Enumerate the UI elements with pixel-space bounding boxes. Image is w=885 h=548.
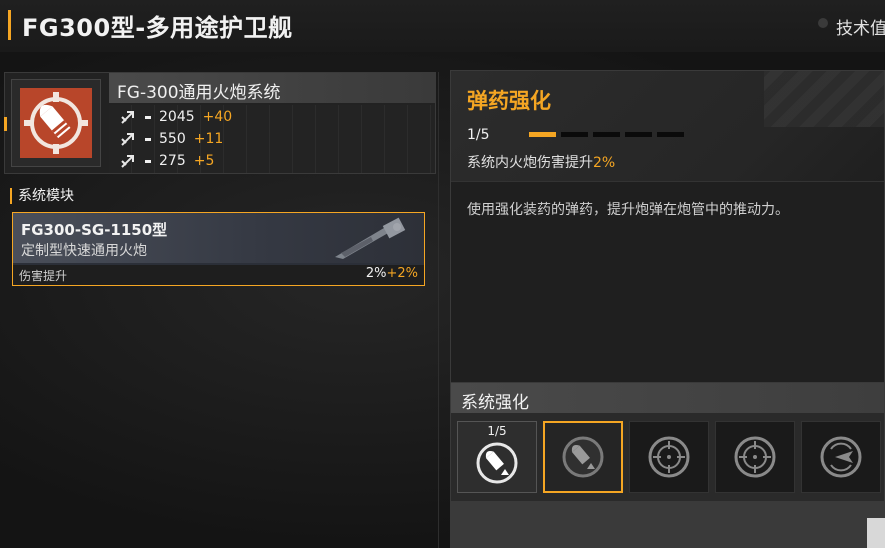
system-enhance-footer (451, 501, 884, 547)
selected-marker (4, 117, 7, 131)
detail-title: 弹药强化 (467, 89, 551, 113)
stat-value: 550 (159, 131, 186, 147)
cannon-icon (335, 217, 406, 259)
module-name: FG300-SG-1150型 (21, 221, 168, 239)
stat-bullet (145, 137, 151, 141)
attack-arrow-icon (121, 111, 134, 124)
shell-upgrade-icon (476, 442, 518, 484)
weapon-name: FG-300通用火炮系统 (117, 83, 281, 103)
level-segment (657, 132, 684, 137)
tech-dot-icon (818, 18, 828, 28)
stat-row: 550 +11 (119, 129, 223, 149)
effect-value: 2% (593, 155, 616, 171)
attack-arrow-icon (121, 133, 134, 146)
stat-bullet (145, 115, 151, 119)
module-card[interactable]: FG300-SG-1150型 定制型快速通用火炮 伤害提升 2%+2% (12, 212, 425, 286)
shell-icon (20, 88, 92, 158)
module-stat-bar: 伤害提升 2%+2% (13, 265, 424, 285)
enhance-slot-2[interactable] (543, 421, 623, 493)
weapon-icon-frame (11, 79, 101, 167)
weapon-stats: 2045 +40 550 +11 275 +5 (109, 105, 435, 173)
stat-bonus: +11 (193, 131, 224, 147)
module-subtitle: 定制型快速通用火炮 (21, 243, 147, 259)
stat-row: 2045 +40 (119, 107, 232, 127)
enhance-slot-1[interactable]: 1/5 (457, 421, 537, 493)
stat-value: 275 (159, 153, 186, 169)
system-enhance-title: 系统强化 (461, 393, 529, 413)
module-stat-value: 2%+2% (366, 266, 418, 281)
stat-bonus: +40 (202, 109, 233, 125)
stat-bonus: +5 (193, 153, 215, 169)
detail-header: 弹药强化 1/5 系统内火炮伤害提升2% (451, 71, 884, 181)
shell-upgrade-icon (562, 436, 604, 478)
screen: FG300型-多用途护卫舰 技术值 FG-300通用火炮系统 2045 +40 … (0, 0, 885, 548)
detail-separator (451, 181, 884, 182)
detail-effect: 系统内火炮伤害提升2% (467, 152, 615, 172)
hazard-stripes (764, 71, 884, 127)
stat-value: 2045 (159, 109, 195, 125)
attack-arrow-icon (121, 155, 134, 168)
module-stat-bonus: +2% (386, 266, 418, 281)
panel-divider (438, 72, 439, 548)
header-bar: FG300型-多用途护卫舰 技术值 (0, 0, 885, 52)
enhance-slot-5[interactable] (801, 421, 881, 493)
level-segment (529, 132, 556, 137)
level-segment (561, 132, 588, 137)
module-header: FG300-SG-1150型 定制型快速通用火炮 (13, 213, 424, 263)
title-accent (8, 10, 11, 40)
detail-panel: 弹药强化 1/5 系统内火炮伤害提升2% 使用强化装药的弹药，提升炮弹在炮管中的… (450, 70, 885, 385)
enhance-slot-3[interactable] (629, 421, 709, 493)
weapon-card[interactable]: FG-300通用火炮系统 2045 +40 550 +11 275 +5 (4, 72, 436, 174)
module-stat-label: 伤害提升 (19, 269, 68, 283)
enhance-slot-4[interactable] (715, 421, 795, 493)
page-title: FG300型-多用途护卫舰 (22, 14, 293, 42)
stat-bullet (145, 159, 151, 163)
modules-section-label: 系统模块 (10, 188, 74, 204)
system-enhance-header: 系统强化 (451, 383, 884, 413)
effect-text: 系统内火炮伤害提升 (467, 155, 593, 171)
system-enhance-panel: 系统强化 1/5 (450, 382, 885, 548)
level-segment (593, 132, 620, 137)
radar-icon (820, 436, 862, 478)
detail-description: 使用强化装药的弹药，提升炮弹在炮管中的推动力。 (467, 202, 789, 218)
detail-level: 1/5 (467, 127, 490, 143)
level-segment (625, 132, 652, 137)
crosshair-icon (648, 436, 690, 478)
tech-value-tab[interactable]: 技术值 (836, 14, 885, 39)
crosshair-icon (734, 436, 776, 478)
weapon-name-bar: FG-300通用火炮系统 (109, 73, 435, 103)
stat-row: 275 +5 (119, 151, 214, 171)
level-progress (529, 132, 684, 137)
slot-level: 1/5 (487, 424, 507, 438)
corner-button[interactable] (867, 518, 885, 548)
module-stat-base: 2% (365, 266, 387, 281)
